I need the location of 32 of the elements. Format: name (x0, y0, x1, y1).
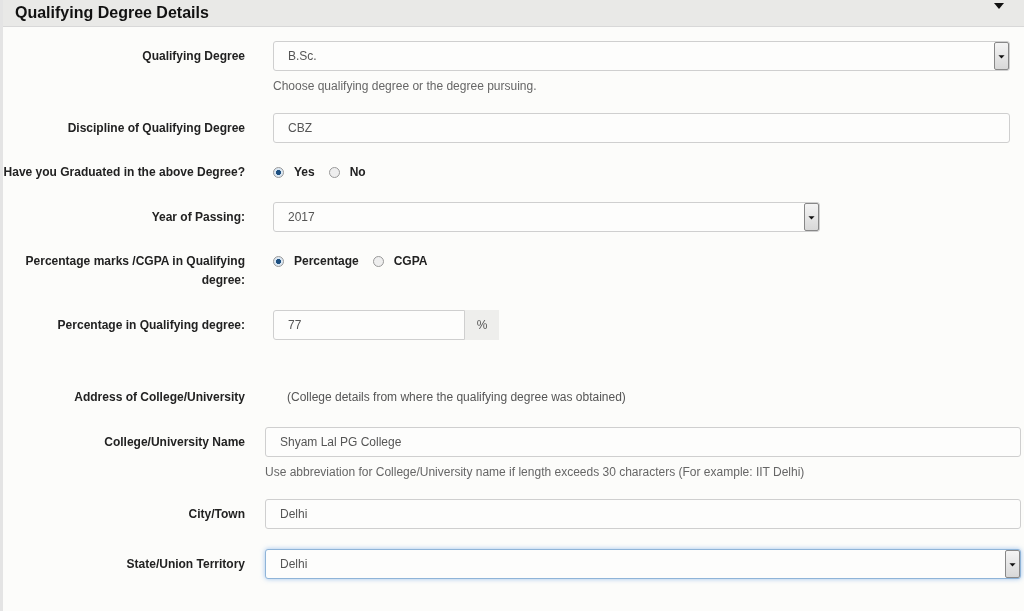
field-label: Percentage marks /CGPA in Qualifying degree: (24, 253, 245, 289)
percent-addon: % (465, 310, 499, 340)
field-label: College/University Name (103, 434, 245, 451)
input-field[interactable]: CBZ (273, 113, 1010, 143)
input-field[interactable]: Delhi (265, 499, 1021, 529)
field-label: Percentage in Qualifying degree: (56, 317, 245, 334)
panel-title: Qualifying Degree Details (15, 4, 209, 22)
collapse-caret-icon[interactable] (994, 3, 1004, 9)
select-field[interactable]: B.Sc. (273, 41, 1010, 71)
field-label: City/Town (187, 506, 245, 523)
field-label: Year of Passing: (150, 209, 245, 226)
field-label: State/Union Territory (125, 556, 245, 573)
help-text: Choose qualifying degree or the degree pursuing. (273, 79, 538, 93)
input-field[interactable]: Shyam Lal PG College (265, 427, 1021, 457)
radio-button[interactable] (328, 166, 340, 178)
radio-option[interactable]: Percentage (273, 254, 359, 268)
radio-option[interactable]: No (328, 165, 366, 179)
radio-button[interactable] (372, 255, 384, 267)
field-label: Discipline of Qualifying Degree (66, 120, 245, 137)
input-field[interactable]: 77 (273, 310, 465, 340)
select-field[interactable]: Delhi (265, 549, 1021, 579)
field-label: Have you Graduated in the above Degree? (3, 164, 245, 181)
field-label: Qualifying Degree (141, 48, 245, 65)
field-label: Address of College/University (73, 389, 245, 406)
select-field[interactable]: 2017 (273, 202, 820, 232)
help-text: Use abbreviation for College/University name if length exceeds 30 characters (For example: IIT Delhi) (265, 465, 806, 479)
panel-header[interactable]: Qualifying Degree Details (3, 0, 1024, 27)
radio-option[interactable]: CGPA (372, 254, 428, 268)
section-note: (College details from where the qualifying degree was obtained) (286, 389, 627, 406)
radio-option[interactable]: Yes (273, 165, 315, 179)
radio-button[interactable] (273, 255, 284, 267)
radio-button[interactable] (273, 166, 284, 178)
